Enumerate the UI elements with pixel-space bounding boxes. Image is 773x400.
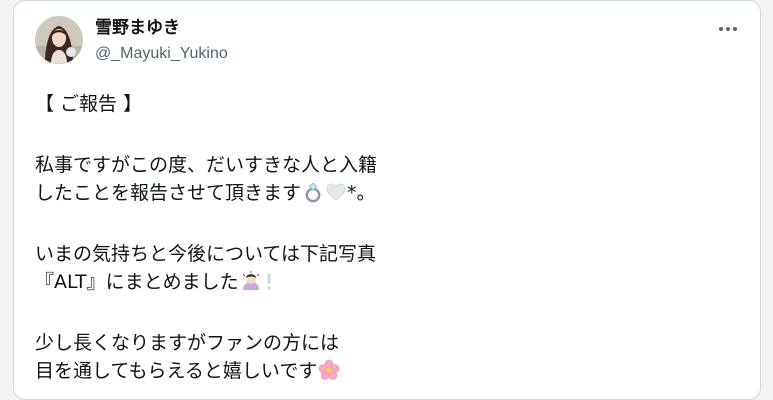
tweet-line: 目を通してもらえると嬉しいです: [35, 357, 735, 385]
tweet-line: 『ALT』にまとめました: [35, 268, 735, 296]
tweet-line: したことを報告させて頂きます *。: [35, 179, 735, 207]
more-dot: [726, 27, 730, 31]
tweet-line-text: 『ALT』にまとめました: [35, 271, 239, 293]
handle[interactable]: @_Mayuki_Yukino: [95, 44, 228, 64]
tweet-line-suffix: *。: [347, 182, 376, 204]
more-horizontal-icon: [719, 27, 723, 31]
white-heart-emoji: [325, 181, 347, 203]
more-options-button[interactable]: [714, 18, 742, 40]
cherry-blossom-emoji: [318, 359, 340, 381]
ring-emoji: [302, 181, 324, 203]
tweet-line-text: 目を通してもらえると嬉しいです: [35, 360, 318, 382]
tweet-line-text: したことを報告させて頂きます: [35, 182, 302, 204]
more-dot: [733, 27, 737, 31]
display-name[interactable]: 雪野まゆき: [95, 17, 180, 39]
tweet-line: 少し長くなりますがファンの方には: [35, 332, 340, 354]
person-bowing-emoji: [240, 270, 262, 292]
exclamation-emoji: [263, 270, 275, 292]
tweet-text: 【 ご報告 】 私事ですがこの度、だいすきな人と入籍 したことを報告させて頂きま…: [35, 90, 735, 385]
tweet-line: 私事ですがこの度、だいすきな人と入籍: [35, 154, 378, 176]
tweet-line: 【 ご報告 】: [35, 93, 143, 115]
tweet-card: 雪野まゆき @_Mayuki_Yukino 【 ご報告 】 私事ですがこの度、だ…: [13, 0, 761, 400]
tweet-line: いまの気持ちと今後については下記写真: [35, 243, 377, 265]
avatar[interactable]: [35, 16, 83, 64]
